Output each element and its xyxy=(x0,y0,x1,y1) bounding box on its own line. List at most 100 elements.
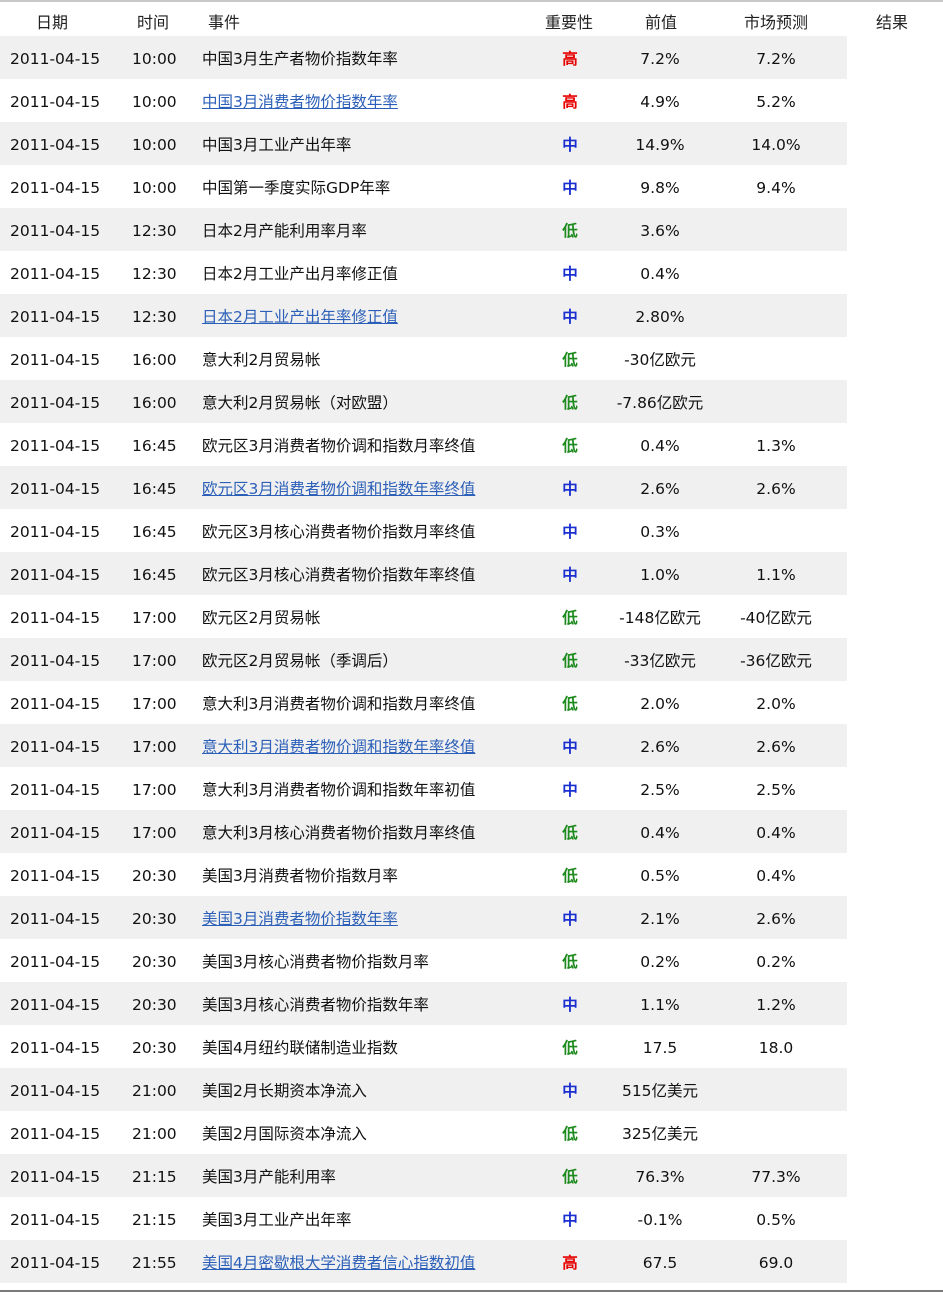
forecast-value: 2.6% xyxy=(756,738,796,756)
forecast-value: 2.6% xyxy=(756,480,796,498)
event-name: 意大利2月贸易帐 xyxy=(202,351,321,369)
event-name: 欧元区2月贸易帐（季调后） xyxy=(202,652,398,670)
row-date: 2011-04-15 xyxy=(10,996,101,1014)
row-date: 2011-04-15 xyxy=(10,953,101,971)
event-name: 意大利3月消费者物价调和指数年率初值 xyxy=(202,781,476,799)
importance-badge: 低 xyxy=(562,1039,578,1057)
forecast-value: 14.0% xyxy=(751,136,801,154)
previous-value: 2.5% xyxy=(640,781,680,799)
event-name: 意大利3月核心消费者物价指数月率终值 xyxy=(202,824,476,842)
previous-value: -7.86亿欧元 xyxy=(616,394,704,412)
importance-badge: 中 xyxy=(562,480,578,498)
forecast-value: 0.4% xyxy=(756,867,796,885)
importance-badge: 中 xyxy=(562,910,578,928)
event-name: 日本2月产能利用率月率 xyxy=(202,222,367,240)
table-row: 2011-04-15 16:45 欧元区3月消费者物价调和指数年率终值 中 2.6% 2.… xyxy=(0,466,943,509)
table-row: 2011-04-15 17:00 意大利3月消费者物价调和指数年率终值 中 2.6% 2.… xyxy=(0,724,943,767)
previous-value: -30亿欧元 xyxy=(624,351,696,369)
event-link[interactable]: 美国4月密歇根大学消费者信心指数初值 xyxy=(202,1254,475,1272)
row-time: 12:30 xyxy=(132,265,177,283)
event-name: 欧元区3月核心消费者物价指数月率终值 xyxy=(202,523,476,541)
event-link[interactable]: 日本2月工业产出年率修正值 xyxy=(202,308,398,326)
row-date: 2011-04-15 xyxy=(10,652,101,670)
previous-value: -148亿欧元 xyxy=(619,609,701,627)
row-date: 2011-04-15 xyxy=(10,738,101,756)
header-result: 结果 xyxy=(876,13,909,32)
table-row: 2011-04-15 17:00 意大利3月核心消费者物价指数月率终值 低 0.4% 0.… xyxy=(0,810,943,853)
previous-value: 67.5 xyxy=(642,1254,678,1272)
row-date: 2011-04-15 xyxy=(10,1254,101,1272)
row-time: 17:00 xyxy=(132,781,177,799)
importance-badge: 中 xyxy=(562,738,578,756)
row-date: 2011-04-15 xyxy=(10,351,101,369)
row-time: 10:00 xyxy=(132,136,177,154)
row-time: 21:55 xyxy=(132,1254,177,1272)
event-link[interactable]: 美国3月消费者物价指数年率 xyxy=(202,910,398,928)
event-link[interactable]: 意大利3月消费者物价调和指数年率终值 xyxy=(202,738,475,756)
top-border xyxy=(0,0,943,2)
importance-badge: 低 xyxy=(562,824,578,842)
row-date: 2011-04-15 xyxy=(10,480,101,498)
importance-badge: 低 xyxy=(562,351,578,369)
table-row: 2011-04-15 16:45 欧元区3月核心消费者物价指数月率终值 中 0.3% xyxy=(0,509,943,552)
event-link[interactable]: 欧元区3月消费者物价调和指数年率终值 xyxy=(202,480,475,498)
row-date: 2011-04-15 xyxy=(10,222,101,240)
previous-value: 9.8% xyxy=(640,179,680,197)
previous-value: 3.6% xyxy=(640,222,680,240)
event-name: 日本2月工业产出月率修正值 xyxy=(202,265,398,283)
table-row: 2011-04-15 16:00 意大利2月贸易帐（对欧盟） 低 -7.86亿欧元 xyxy=(0,380,943,423)
importance-badge: 高 xyxy=(562,93,578,111)
importance-badge: 中 xyxy=(562,179,578,197)
row-time: 17:00 xyxy=(132,695,177,713)
header-date: 日期 xyxy=(36,13,69,32)
row-time: 17:00 xyxy=(132,824,177,842)
header-event: 事件 xyxy=(208,13,241,32)
table-row: 2011-04-15 20:30 美国3月核心消费者物价指数月率 低 0.2% 0.2% xyxy=(0,939,943,982)
row-time: 16:00 xyxy=(132,394,177,412)
row-date: 2011-04-15 xyxy=(10,179,101,197)
importance-badge: 低 xyxy=(562,695,578,713)
importance-badge: 中 xyxy=(562,265,578,283)
event-name: 美国3月工业产出年率 xyxy=(202,1211,352,1229)
forecast-value: -36亿欧元 xyxy=(740,652,812,670)
row-date: 2011-04-15 xyxy=(10,695,101,713)
event-link[interactable]: 中国3月消费者物价指数年率 xyxy=(202,93,398,111)
row-time: 10:00 xyxy=(132,93,177,111)
importance-badge: 高 xyxy=(562,1254,578,1272)
row-date: 2011-04-15 xyxy=(10,867,101,885)
previous-value: 1.0% xyxy=(640,566,680,584)
table-row: 2011-04-15 12:30 日本2月工业产出月率修正值 中 0.4% xyxy=(0,251,943,294)
previous-value: 7.2% xyxy=(640,50,680,68)
row-date: 2011-04-15 xyxy=(10,93,101,111)
event-name: 欧元区3月消费者物价调和指数月率终值 xyxy=(202,437,476,455)
event-name: 中国3月生产者物价指数年率 xyxy=(202,50,398,68)
importance-badge: 低 xyxy=(562,867,578,885)
row-time: 10:00 xyxy=(132,50,177,68)
row-date: 2011-04-15 xyxy=(10,609,101,627)
table-row: 2011-04-15 10:00 中国3月工业产出年率 中 14.9% 14.0% xyxy=(0,122,943,165)
row-date: 2011-04-15 xyxy=(10,1082,101,1100)
table-row: 2011-04-15 17:00 意大利3月消费者物价调和指数年率初值 中 2.5% 2.… xyxy=(0,767,943,810)
row-date: 2011-04-15 xyxy=(10,824,101,842)
forecast-value: 2.0% xyxy=(756,695,796,713)
row-date: 2011-04-15 xyxy=(10,1125,101,1143)
table-row: 2011-04-15 16:00 意大利2月贸易帐 低 -30亿欧元 xyxy=(0,337,943,380)
forecast-value: 2.5% xyxy=(756,781,796,799)
table-row: 2011-04-15 12:30 日本2月产能利用率月率 低 3.6% xyxy=(0,208,943,251)
importance-badge: 中 xyxy=(562,1211,578,1229)
event-name: 中国第一季度实际GDP年率 xyxy=(202,179,391,197)
forecast-value: 0.2% xyxy=(756,953,796,971)
importance-badge: 中 xyxy=(562,566,578,584)
header-importance: 重要性 xyxy=(545,13,594,32)
table-row: 2011-04-15 20:30 美国3月核心消费者物价指数年率 中 1.1% 1.2% xyxy=(0,982,943,1025)
row-time: 10:00 xyxy=(132,179,177,197)
bottom-border xyxy=(0,1290,943,1292)
forecast-value: 9.4% xyxy=(756,179,796,197)
importance-badge: 高 xyxy=(562,50,578,68)
row-date: 2011-04-15 xyxy=(10,1168,101,1186)
event-name: 欧元区2月贸易帐 xyxy=(202,609,321,627)
row-date: 2011-04-15 xyxy=(10,308,101,326)
forecast-value: -40亿欧元 xyxy=(740,609,812,627)
event-name: 欧元区3月核心消费者物价指数年率终值 xyxy=(202,566,476,584)
table-row: 2011-04-15 20:30 美国4月纽约联储制造业指数 低 17.5 18.0 xyxy=(0,1025,943,1068)
